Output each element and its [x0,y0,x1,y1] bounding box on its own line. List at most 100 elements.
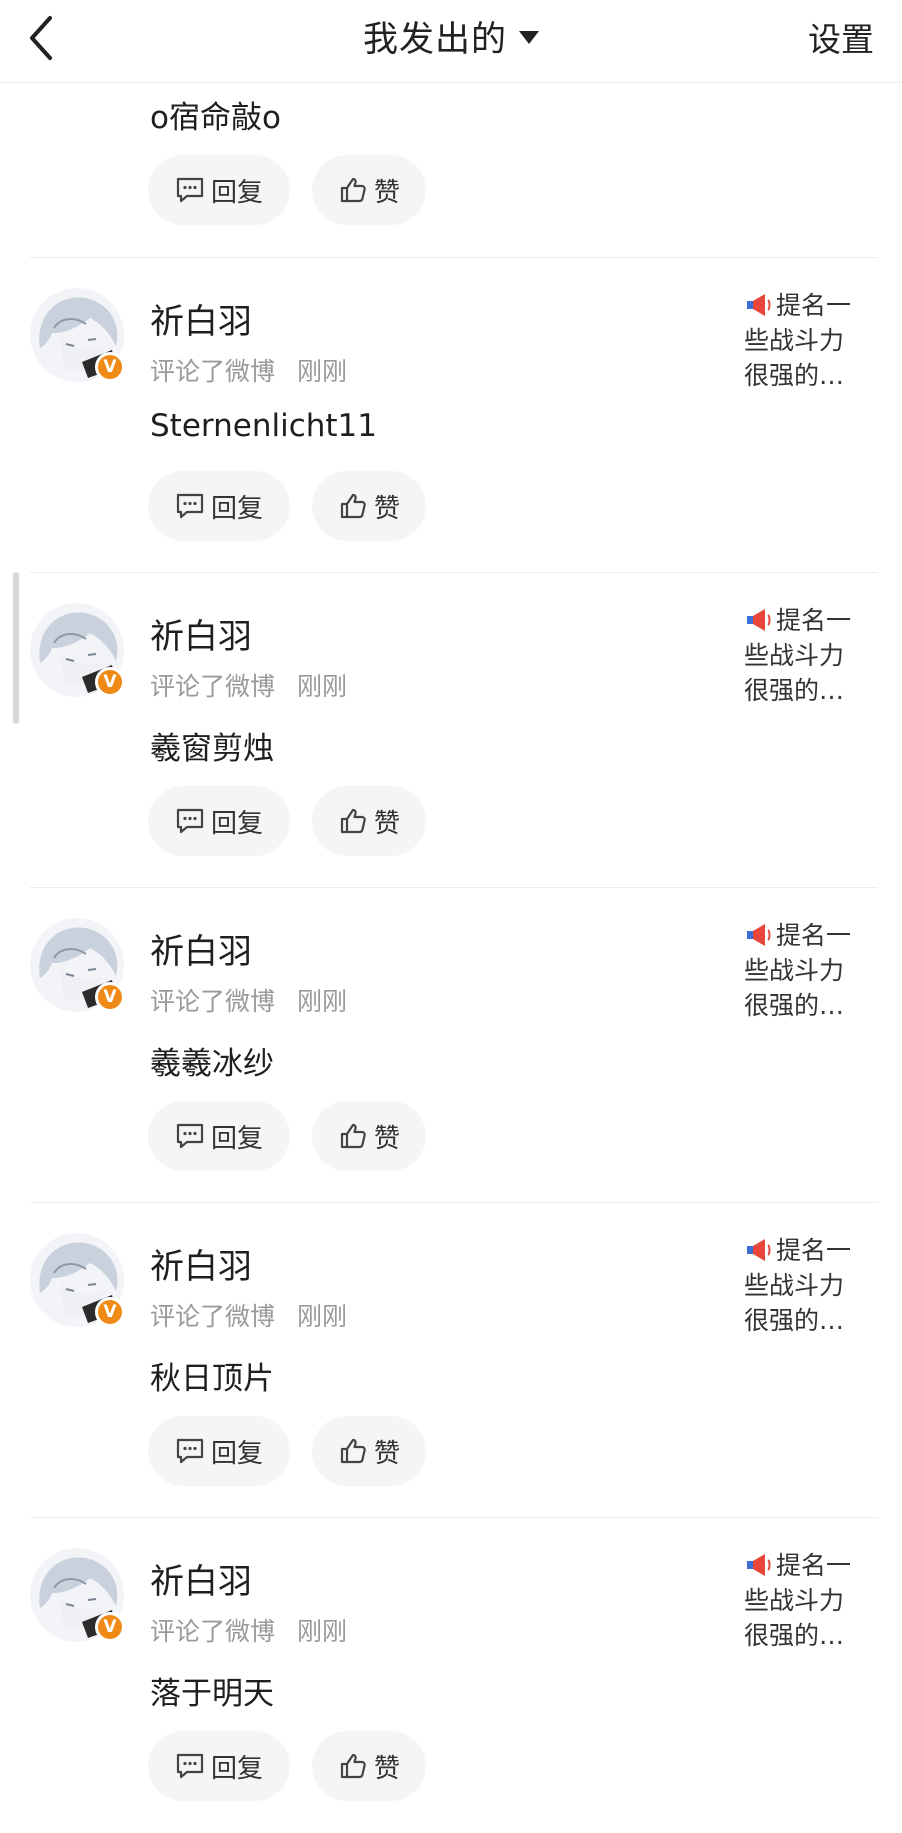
megaphone-icon [747,294,771,316]
list-item: V 祈白羽 评论了微博 刚刚 羲窗剪烛 提名一 些战斗力 很强的… 回复 赞 [0,573,902,888]
action-row: 回复 赞 [148,1416,426,1486]
comment-bubble-icon [176,1123,204,1149]
username[interactable]: 祈白羽 [150,609,252,658]
like-label: 赞 [373,1123,400,1154]
weibo-preview[interactable]: 提名一 些战斗力 很强的… [744,1548,874,1653]
like-button[interactable]: 赞 [312,786,426,856]
action-row: 回复 赞 [148,1101,426,1171]
like-label: 赞 [373,177,400,208]
timestamp: 刚刚 [297,987,348,1016]
meta-info: 评论了微博 刚刚 [150,1612,347,1648]
preview-line: 很强的… [744,991,845,1020]
reply-label: 回复 [210,808,263,839]
preview-line: 提名一 [776,1551,852,1580]
verified-badge-icon: V [95,352,125,382]
preview-line: 些战斗力 [744,641,845,670]
preview-line: 些战斗力 [744,1271,845,1300]
preview-line: 些战斗力 [744,326,845,355]
list-item: V 祈白羽 评论了微博 刚刚 落于明天 提名一 些战斗力 很强的… 回复 赞 [0,1518,902,1833]
meta-info: 评论了微博 刚刚 [150,982,347,1018]
preview-line: 提名一 [776,1236,852,1265]
reply-button[interactable]: 回复 [148,155,290,225]
preview-line: 提名一 [776,606,852,635]
preview-line: 些战斗力 [744,1586,845,1615]
like-label: 赞 [373,1753,400,1784]
preview-line: 提名一 [776,291,852,320]
list-item: V 祈白羽 评论了微博 刚刚 Sternenlicht11 提名一 些战斗力 很… [0,258,902,573]
comment-text: 落于明天 [150,1676,274,1712]
comment-text: Sternenlicht11 [150,408,377,444]
reply-button[interactable]: 回复 [148,786,290,856]
username[interactable]: 祈白羽 [150,294,252,343]
megaphone-icon [747,1239,771,1261]
meta-info: 评论了微博 刚刚 [150,667,347,703]
username[interactable]: 祈白羽 [150,1554,252,1603]
thumbs-up-icon [340,1123,366,1149]
preview-line: 些战斗力 [744,956,845,985]
thumbs-up-icon [340,493,366,519]
like-button[interactable]: 赞 [312,1731,426,1801]
action-row: 回复 赞 [148,1731,426,1801]
settings-button[interactable]: 设置 [808,13,874,61]
like-label: 赞 [373,808,400,839]
comment-text: 羲羲冰纱 [150,1046,274,1082]
weibo-preview[interactable]: 提名一 些战斗力 很强的… [744,1233,874,1338]
like-button[interactable]: 赞 [312,471,426,541]
comment-bubble-icon [176,177,204,203]
like-label: 赞 [373,493,400,524]
action-text: 评论了微博 [150,672,276,701]
comment-bubble-icon [176,493,204,519]
comment-text: o宿命敲o [150,100,281,136]
megaphone-icon [747,609,771,631]
weibo-preview[interactable]: 提名一 些战斗力 很强的… [744,288,874,393]
timestamp: 刚刚 [297,1302,348,1331]
username[interactable]: 祈白羽 [150,924,252,973]
reply-button[interactable]: 回复 [148,1101,290,1171]
preview-line: 很强的… [744,361,845,390]
reply-label: 回复 [210,1123,263,1154]
comment-text: 秋日顶片 [150,1361,274,1397]
meta-info: 评论了微博 刚刚 [150,352,347,388]
list-item: V 祈白羽 评论了微博 刚刚 秋日顶片 提名一 些战斗力 很强的… 回复 赞 [0,1203,902,1518]
reply-label: 回复 [210,1438,263,1469]
action-row: 回复 赞 [148,786,426,856]
reply-label: 回复 [210,177,263,208]
action-text: 评论了微博 [150,987,276,1016]
reply-button[interactable]: 回复 [148,1416,290,1486]
caret-down-icon [519,31,539,44]
list-item: V 祈白羽 评论了微博 刚刚 羲羲冰纱 提名一 些战斗力 很强的… 回复 赞 [0,888,902,1203]
action-row: 回复 赞 [148,471,426,541]
thumbs-up-icon [340,808,366,834]
action-row: 回复 赞 [148,155,426,225]
username[interactable]: 祈白羽 [150,1239,252,1288]
thumbs-up-icon [340,1753,366,1779]
page-title: 我发出的 [362,19,507,60]
comment-bubble-icon [176,1438,204,1464]
thumbs-up-icon [340,1438,366,1464]
weibo-preview[interactable]: 提名一 些战斗力 很强的… [744,603,874,708]
action-text: 评论了微博 [150,1302,276,1331]
like-button[interactable]: 赞 [312,1101,426,1171]
comment-bubble-icon [176,1753,204,1779]
action-text: 评论了微博 [150,1617,276,1646]
like-button[interactable]: 赞 [312,1416,426,1486]
thumbs-up-icon [340,177,366,203]
verified-badge-icon: V [95,1297,125,1327]
reply-button[interactable]: 回复 [148,471,290,541]
comment-text: 羲窗剪烛 [150,731,274,767]
meta-info: 评论了微博 刚刚 [150,1297,347,1333]
like-label: 赞 [373,1438,400,1469]
verified-badge-icon: V [95,667,125,697]
timestamp: 刚刚 [297,1617,348,1646]
top-bar: 我发出的 设置 [0,0,902,83]
title-dropdown[interactable]: 我发出的 [0,0,902,72]
comment-bubble-icon [176,808,204,834]
like-button[interactable]: 赞 [312,155,426,225]
preview-line: 很强的… [744,1306,845,1335]
weibo-preview[interactable]: 提名一 些战斗力 很强的… [744,918,874,1023]
timestamp: 刚刚 [297,672,348,701]
megaphone-icon [747,1554,771,1576]
verified-badge-icon: V [95,982,125,1012]
reply-button[interactable]: 回复 [148,1731,290,1801]
reply-label: 回复 [210,493,263,524]
